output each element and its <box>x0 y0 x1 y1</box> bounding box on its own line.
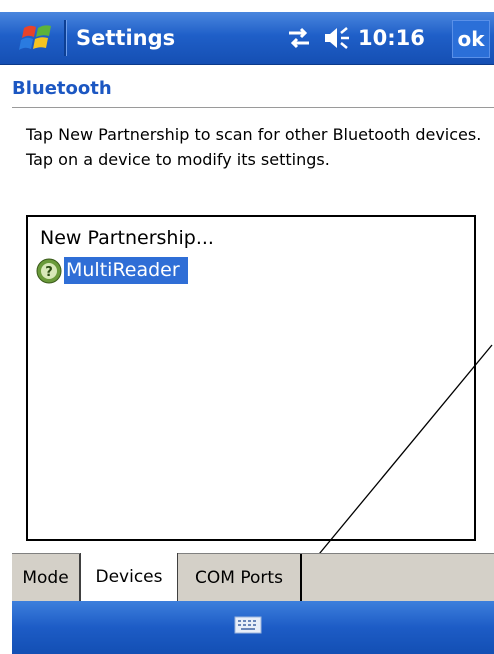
bottom-bar <box>12 601 494 654</box>
svg-text:?: ? <box>45 265 53 280</box>
clock[interactable]: 10:16 <box>358 26 425 50</box>
device-label: MultiReader <box>64 257 188 284</box>
tab-com-ports[interactable]: COM Ports <box>178 554 302 601</box>
instructions-text: Tap New Partnership to scan for other Bl… <box>26 125 482 169</box>
keyboard-icon[interactable] <box>234 615 262 635</box>
device-list[interactable]: New Partnership... ? MultiReader <box>26 215 476 541</box>
list-item-multireader[interactable]: ? MultiReader <box>36 257 188 284</box>
section-divider <box>12 107 494 108</box>
device-screen: Settings 10:16 ok Bluetooth Tap New Part… <box>0 0 494 654</box>
title-bar: Settings 10:16 ok <box>0 12 494 65</box>
tab-devices[interactable]: Devices <box>80 553 178 601</box>
section-header: Bluetooth <box>12 78 112 99</box>
ok-button[interactable]: ok <box>452 20 490 58</box>
title-divider <box>64 20 66 56</box>
app-title: Settings <box>76 26 176 50</box>
windows-start-icon[interactable] <box>18 20 58 56</box>
tab-bar: Mode Devices COM Ports <box>12 553 494 602</box>
unknown-device-icon: ? <box>36 258 62 283</box>
connectivity-icon[interactable] <box>285 26 313 50</box>
list-item-new-partnership[interactable]: New Partnership... <box>40 227 214 249</box>
tab-mode[interactable]: Mode <box>12 554 80 601</box>
speaker-icon[interactable] <box>322 24 352 52</box>
